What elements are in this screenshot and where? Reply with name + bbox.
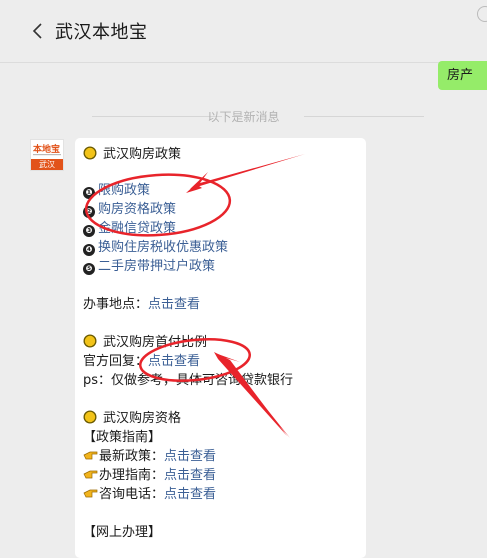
policy-link[interactable]: 换购住房税收优惠政策	[98, 240, 228, 255]
official-reply-label: 官方回复：	[83, 354, 149, 369]
policy-item[interactable]: ❹ 换购住房税收优惠政策	[83, 239, 228, 257]
guide-link[interactable]: 点击查看	[164, 449, 216, 464]
section-title-eligibility: 武汉购房资格	[83, 410, 181, 428]
sender-avatar[interactable]: 本地宝 武汉	[30, 139, 64, 171]
guide-header: 【政策指南】	[83, 430, 162, 445]
section-title-downpayment: 武汉购房首付比例	[83, 334, 207, 352]
online-header: 【网上办理】	[83, 525, 162, 540]
policy-item[interactable]: ❸ 金融信贷政策	[83, 220, 176, 238]
official-reply-link[interactable]: 点击查看	[148, 354, 200, 369]
ps-note: ps：仅做参考，具体可咨询贷款银行	[83, 373, 294, 388]
pointing-hand-icon	[83, 470, 98, 479]
sun-icon	[83, 410, 97, 424]
policy-item[interactable]: ❶ 限购政策	[83, 182, 150, 200]
chat-title: 武汉本地宝	[55, 22, 148, 43]
sun-icon	[83, 334, 97, 348]
guide-item: 办理指南：点击查看	[83, 467, 216, 485]
new-messages-divider: 以下是新消息	[207, 110, 280, 124]
official-reply-row: 官方回复：点击查看	[83, 353, 200, 371]
guide-link[interactable]: 点击查看	[164, 487, 216, 502]
guide-label: 咨询电话：	[99, 487, 165, 502]
number-icon: ❺	[83, 263, 95, 275]
policy-item[interactable]: ❺ 二手房带押过户政策	[83, 258, 215, 276]
chat-header: 武汉本地宝	[0, 0, 487, 63]
office-label: 办事地点：	[83, 297, 149, 312]
guide-link[interactable]: 点击查看	[164, 468, 216, 483]
section-title-text: 武汉购房资格	[103, 411, 182, 426]
policy-link[interactable]: 金融信贷政策	[98, 221, 176, 236]
policy-link[interactable]: 限购政策	[98, 183, 150, 198]
section-title-policy: 武汉购房政策	[83, 146, 181, 164]
sun-icon	[83, 146, 97, 160]
office-location-row: 办事地点：点击查看	[83, 296, 200, 314]
office-link[interactable]: 点击查看	[148, 297, 200, 312]
guide-label: 最新政策：	[99, 449, 165, 464]
guide-label: 办理指南：	[99, 468, 165, 483]
number-icon: ❷	[83, 206, 95, 218]
more-icon[interactable]	[477, 6, 487, 22]
guide-item: 最新政策：点击查看	[83, 448, 216, 466]
guide-item: 咨询电话：点击查看	[83, 486, 216, 504]
back-icon[interactable]	[30, 22, 46, 40]
policy-link[interactable]: 二手房带押过户政策	[98, 259, 215, 274]
avatar-logo-mark	[33, 153, 61, 158]
pointing-hand-icon	[83, 451, 98, 460]
pointing-hand-icon	[83, 489, 98, 498]
policy-item[interactable]: ❷ 购房资格政策	[83, 201, 176, 219]
number-icon: ❶	[83, 187, 95, 199]
incoming-message-card: 武汉购房政策 ❶ 限购政策 ❷ 购房资格政策 ❸ 金融信贷政策 ❹ 换购住房税收优惠政策…	[75, 138, 366, 558]
number-icon: ❹	[83, 244, 95, 256]
number-icon: ❸	[83, 225, 95, 237]
section-title-text: 武汉购房政策	[103, 147, 182, 162]
policy-link[interactable]: 购房资格政策	[98, 202, 176, 217]
section-title-text: 武汉购房首付比例	[103, 335, 208, 350]
outgoing-message-bubble[interactable]: 房产	[438, 61, 487, 90]
avatar-city-tag: 武汉	[31, 159, 63, 170]
